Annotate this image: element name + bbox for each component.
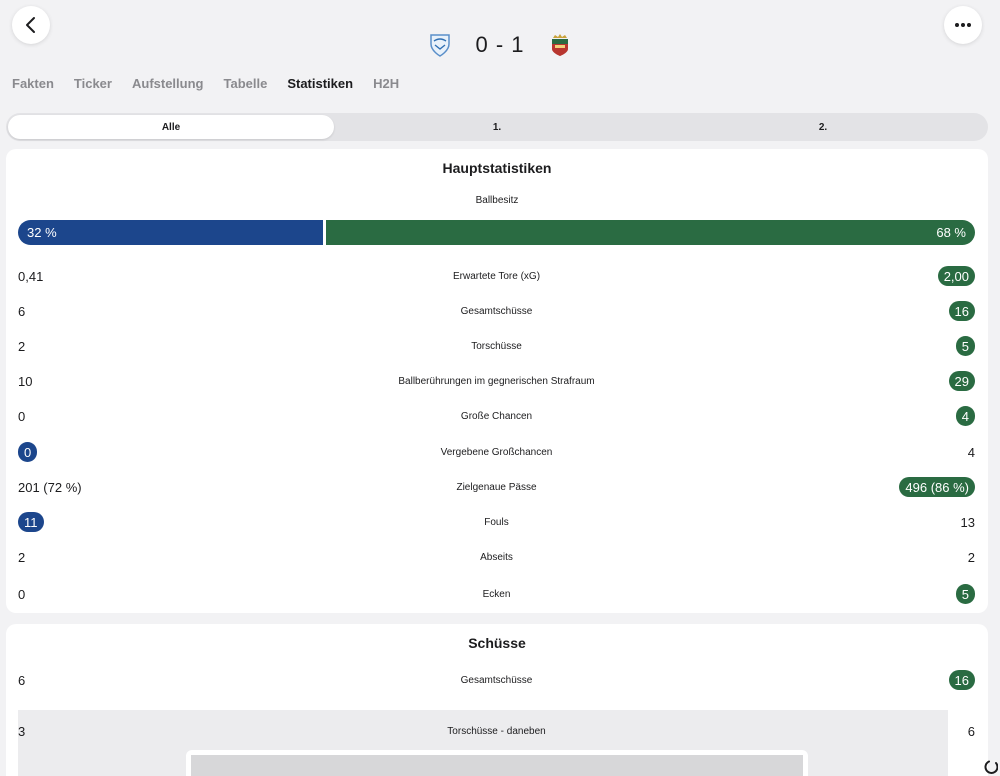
stat-row: Torschüsse 2 5: [18, 335, 975, 357]
stat-home-value: 0: [18, 586, 26, 602]
stat-row: Abseits 2 2: [18, 546, 975, 568]
goal-frame-graphic: [186, 750, 808, 776]
stat-label: Ecken: [482, 588, 511, 600]
ellipsis-icon: [955, 23, 971, 27]
goal-frame-area: [191, 755, 803, 776]
stat-home-value: 0: [18, 408, 26, 424]
stat-away-value: 13: [960, 514, 975, 530]
stat-away-value: 4: [955, 406, 975, 426]
stat-row: Erwartete Tore (xG) 0,41 2,00: [18, 265, 975, 287]
period-first-half[interactable]: 1.: [334, 115, 660, 139]
stat-label: Abseits: [480, 551, 513, 563]
stat-row: Gesamtschüsse 6 16: [18, 669, 975, 691]
stat-away-value: 5: [955, 336, 975, 356]
stat-label: Vergebene Großchancen: [440, 446, 553, 458]
shots-title: Schüsse: [468, 635, 526, 651]
stat-label: Gesamtschüsse: [460, 674, 533, 686]
tab-ticker[interactable]: Ticker: [74, 76, 112, 91]
stat-away-value: 5: [955, 584, 975, 604]
stat-label: Gesamtschüsse: [460, 305, 533, 317]
stat-away-value: 6: [967, 723, 975, 739]
stat-away-value: 4: [967, 444, 975, 460]
possession-bar: 32 % 68 %: [18, 220, 975, 245]
stat-home-value: 0: [18, 442, 38, 462]
stat-label: Erwartete Tore (xG): [452, 270, 541, 282]
stat-row: Ballberührungen im gegnerischen Strafrau…: [18, 370, 975, 392]
home-team-crest-icon[interactable]: [429, 32, 451, 58]
tab-aufstellung[interactable]: Aufstellung: [132, 76, 204, 91]
main-stats-card: Hauptstatistiken Ballbesitz 32 % 68 % Er…: [6, 149, 988, 613]
period-all[interactable]: Alle: [8, 115, 334, 139]
stat-label: Große Chancen: [460, 410, 533, 422]
refresh-indicator-icon: [984, 760, 998, 774]
stat-away-value: 16: [948, 670, 975, 690]
stat-row: Vergebene Großchancen 0 4: [18, 441, 975, 463]
stat-home-value: 0,41: [18, 268, 44, 284]
stat-home-value: 6: [18, 672, 26, 688]
period-second-half[interactable]: 2.: [660, 115, 986, 139]
stat-home-value: 10: [18, 373, 33, 389]
stat-label: Ballberührungen im gegnerischen Strafrau…: [398, 375, 595, 387]
away-team-crest-icon[interactable]: [549, 32, 571, 58]
tab-statistiken[interactable]: Statistiken: [287, 76, 353, 91]
stat-away-value: 29: [948, 371, 975, 391]
score: 0 - 1: [475, 32, 525, 57]
stat-home-value: 11: [18, 512, 44, 532]
stat-label: Torschüsse: [471, 340, 522, 352]
stat-home-value: 3: [18, 723, 26, 739]
tab-tabelle[interactable]: Tabelle: [223, 76, 267, 91]
stat-home-value: 201 (72 %): [18, 479, 82, 495]
possession-label: Ballbesitz: [475, 195, 519, 206]
match-header: 0 - 1: [0, 0, 1000, 70]
stat-away-value: 16: [948, 301, 975, 321]
tab-h2h[interactable]: H2H: [373, 76, 399, 91]
stat-row: Ecken 0 5: [18, 583, 975, 605]
stat-row: Große Chancen 0 4: [18, 405, 975, 427]
stat-away-value: 2: [967, 549, 975, 565]
scoreline: 0 - 1: [0, 28, 1000, 62]
possession-home: 32 %: [18, 220, 323, 245]
match-tabs: Fakten Ticker Aufstellung Tabelle Statis…: [12, 76, 399, 91]
period-selector: Alle 1. 2.: [6, 113, 988, 141]
stat-away-value: 496 (86 %): [899, 477, 975, 497]
stat-label: Torschüsse - daneben: [447, 725, 546, 737]
stat-row: Gesamtschüsse 6 16: [18, 300, 975, 322]
stat-row: Zielgenaue Pässe 201 (72 %) 496 (86 %): [18, 476, 975, 498]
stat-row: Fouls 11 13: [18, 511, 975, 533]
main-stats-title: Hauptstatistiken: [442, 160, 552, 176]
shots-card: Schüsse Gesamtschüsse 6 16 Torschüsse - dan…: [6, 624, 988, 776]
stat-home-value: 2: [18, 338, 26, 354]
more-options-button[interactable]: [944, 6, 982, 44]
stat-row: Torschüsse - daneben 3 6: [18, 720, 975, 742]
possession-away: 68 %: [326, 220, 975, 245]
stat-label: Zielgenaue Pässe: [456, 481, 537, 493]
stat-home-value: 6: [18, 303, 26, 319]
stat-home-value: 2: [18, 549, 26, 565]
stat-label: Fouls: [484, 516, 509, 528]
stat-away-value: 2,00: [937, 266, 975, 286]
tab-fakten[interactable]: Fakten: [12, 76, 54, 91]
